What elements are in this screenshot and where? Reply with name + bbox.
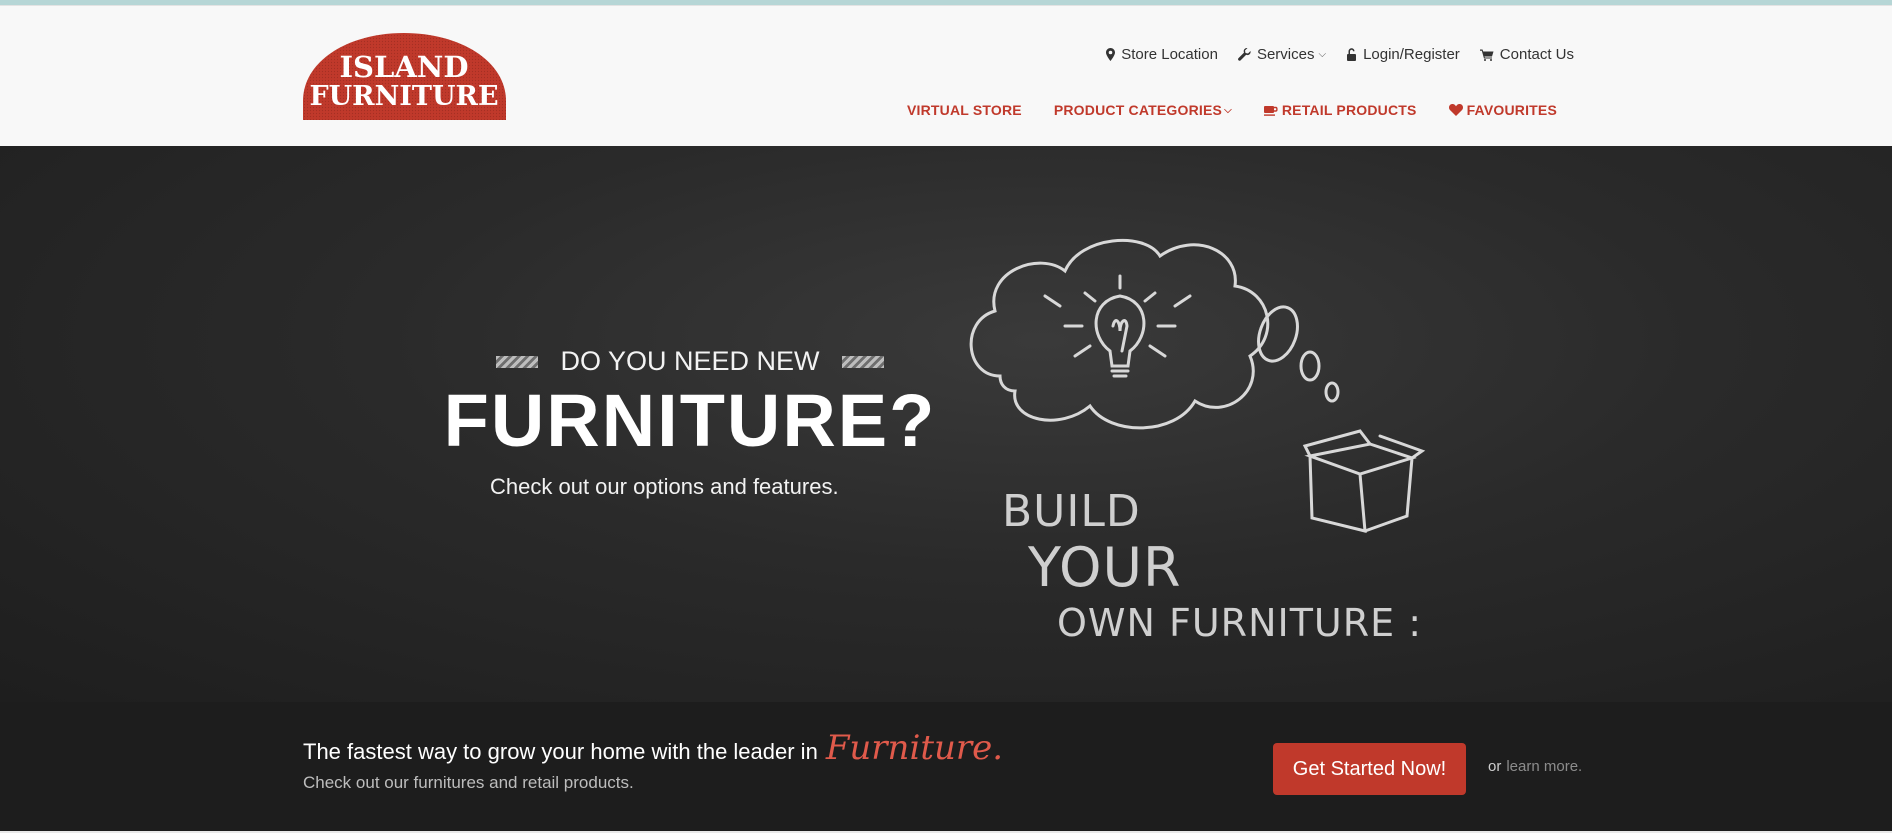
build-text-line2: YOUR <box>1028 536 1182 599</box>
learn-more-link[interactable]: learn more. <box>1506 758 1582 775</box>
nav-favourites-label: FAVOURITES <box>1466 102 1557 118</box>
logo-line1: ISLAND <box>339 50 468 84</box>
stripe-decoration-right <box>841 355 884 368</box>
util-login-register[interactable]: Login/Register <box>1346 46 1460 63</box>
build-text-line1: BUILD <box>1002 486 1141 537</box>
utility-nav: Store Location Services ⌵ Login/Register… <box>1106 46 1574 63</box>
chevron-down-icon: ⌵ <box>1224 104 1232 116</box>
hero-eyebrow: DO YOU NEED NEW <box>440 346 940 377</box>
util-services-label: Services <box>1256 46 1315 63</box>
thought-cloud-icon <box>969 238 1270 430</box>
hero-banner: DO YOU NEED NEW FURNITURE? Check out our… <box>0 146 1892 702</box>
cta-accent-text: Furniture. <box>825 728 1004 768</box>
nav-retail-products-label: RETAIL PRODUCTS <box>1281 102 1417 118</box>
util-contact-us[interactable]: Contact Us <box>1479 46 1574 63</box>
nav-product-categories-label: PRODUCT CATEGORIES <box>1053 102 1223 118</box>
cta-or-text: or <box>1488 758 1502 775</box>
light-bulb-icon <box>1043 274 1192 378</box>
island-furniture-logo[interactable]: ISLAND FURNITURE <box>303 31 506 120</box>
cta-bar: The fastest way to grow your home with t… <box>0 702 1892 833</box>
get-started-button[interactable]: Get Started Now! <box>1273 743 1466 795</box>
coffee-cup-icon <box>1263 105 1278 116</box>
util-services[interactable]: Services ⌵ <box>1237 46 1327 63</box>
wrench-icon <box>1237 48 1251 61</box>
build-text-line3: OWN FURNITURE : <box>1057 601 1423 645</box>
stripe-decoration-left <box>496 355 539 368</box>
nav-virtual-store-label: VIRTUAL STORE <box>906 102 1022 118</box>
hero-headline: FURNITURE? <box>443 379 937 462</box>
cta-or-learn: or learn more. <box>1488 758 1582 775</box>
main-nav: VIRTUAL STORE PRODUCT CATEGORIES ⌵ RETAI… <box>907 102 1557 118</box>
cta-headline: The fastest way to grow your home with t… <box>303 728 1003 768</box>
hero-subline: Check out our options and features. <box>490 474 839 499</box>
nav-virtual-store[interactable]: VIRTUAL STORE <box>907 102 1022 118</box>
box-icon <box>1302 429 1426 533</box>
cta-sub-text: Check out our furnitures and retail prod… <box>303 773 634 792</box>
util-store-location[interactable]: Store Location <box>1106 46 1218 63</box>
cta-main-text: The fastest way to grow your home with t… <box>303 739 818 764</box>
unlock-icon <box>1347 48 1357 61</box>
heart-icon <box>1448 104 1463 116</box>
util-contact-us-label: Contact Us <box>1499 46 1574 63</box>
hero-eyebrow-text: DO YOU NEED NEW <box>560 346 820 376</box>
chevron-down-icon: ⌵ <box>1318 49 1327 60</box>
logo-line2: FURNITURE <box>309 81 498 112</box>
site-header: ISLAND FURNITURE Store Location Services… <box>0 5 1892 146</box>
map-marker-icon <box>1106 48 1116 61</box>
nav-product-categories[interactable]: PRODUCT CATEGORIES ⌵ <box>1054 102 1232 118</box>
util-login-register-label: Login/Register <box>1363 46 1460 63</box>
cart-icon <box>1479 49 1494 61</box>
nav-favourites[interactable]: FAVOURITES <box>1448 102 1557 118</box>
util-store-location-label: Store Location <box>1121 46 1218 63</box>
nav-retail-products[interactable]: RETAIL PRODUCTS <box>1263 102 1417 118</box>
